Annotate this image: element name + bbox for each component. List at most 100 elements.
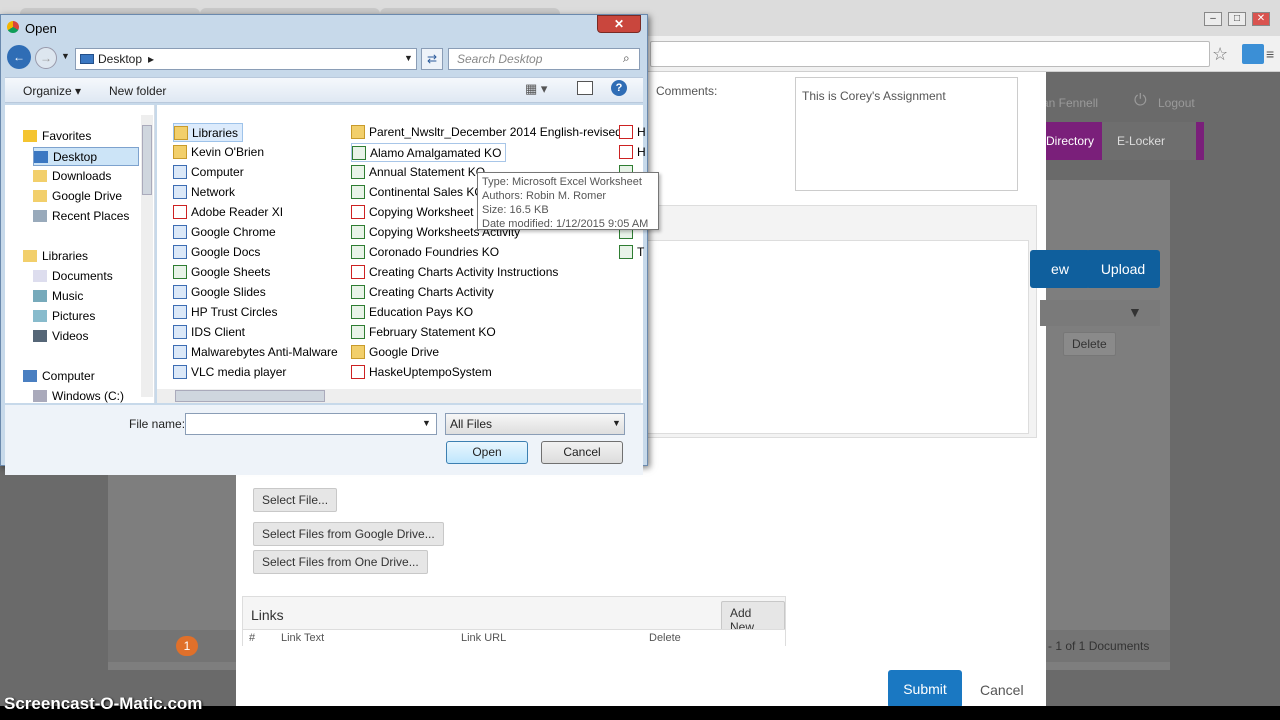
recent-icon: [33, 210, 47, 222]
file-item[interactable]: Google Drive: [351, 343, 439, 362]
file-scroll-thumb[interactable]: [175, 390, 325, 402]
nav-item-computer[interactable]: Computer: [23, 367, 95, 386]
nav-elocker[interactable]: E-Locker: [1102, 122, 1196, 160]
file-name-dropdown-icon[interactable]: ▼: [422, 418, 431, 428]
pager-page[interactable]: 1: [176, 636, 198, 656]
file-item[interactable]: Creating Charts Activity Instructions: [351, 263, 558, 282]
logout-icon[interactable]: ⏻: [1134, 92, 1147, 110]
file-item[interactable]: Adobe Reader XI: [173, 203, 283, 222]
file-item[interactable]: Alamo Amalgamated KO: [351, 143, 507, 162]
nav-scroll-thumb[interactable]: [142, 125, 152, 195]
nav-directory-label: Directory: [1046, 134, 1095, 148]
file-item[interactable]: Computer: [173, 163, 244, 182]
address-breadcrumb[interactable]: Desktop ▸ ▼: [75, 48, 417, 70]
pager-info: - 1 of 1 Documents: [1048, 639, 1150, 653]
file-item[interactable]: Google Docs: [173, 243, 260, 262]
dialog-close-button[interactable]: ✕: [597, 15, 641, 33]
file-item-label: February Statement KO: [369, 325, 496, 339]
nav-item-music[interactable]: Music: [33, 287, 83, 306]
file-hscrollbar[interactable]: [157, 389, 641, 403]
nav-item-videos[interactable]: Videos: [33, 327, 88, 346]
comments-field[interactable]: This is Corey's Assignment: [795, 77, 1018, 191]
submit-button[interactable]: Submit: [888, 670, 962, 708]
file-item-partial[interactable]: H: [619, 123, 646, 142]
maximize-button[interactable]: □: [1228, 12, 1246, 26]
nav-item-pictures[interactable]: Pictures: [33, 307, 95, 326]
history-dropdown-icon[interactable]: ▼: [61, 51, 70, 61]
bookmark-star-icon[interactable]: ☆: [1212, 44, 1228, 65]
one-drive-button[interactable]: Select Files from One Drive...: [253, 550, 428, 574]
search-icon[interactable]: ⌕: [623, 51, 630, 66]
back-button[interactable]: ←: [7, 45, 31, 69]
file-item[interactable]: IDS Client: [173, 323, 245, 342]
file-type-dropdown-icon[interactable]: ▼: [612, 418, 621, 428]
excel-icon: [351, 225, 365, 239]
extension-icon[interactable]: [1242, 44, 1264, 64]
nav-item-google-drive[interactable]: Google Drive: [33, 187, 122, 206]
file-item[interactable]: Creating Charts Activity: [351, 283, 494, 302]
pdf-icon: [351, 265, 365, 279]
file-item-label: HP Trust Circles: [191, 305, 278, 319]
nav-item-favorites[interactable]: Favorites: [23, 127, 91, 146]
address-desktop[interactable]: Desktop: [98, 52, 142, 66]
file-type-select[interactable]: All Files ▼: [445, 413, 625, 435]
file-item[interactable]: HP Trust Circles: [173, 303, 277, 322]
sheets-icon: [173, 265, 187, 279]
file-item-label: Annual Statement KO: [369, 165, 486, 179]
delete-button[interactable]: Delete: [1063, 332, 1116, 356]
nav-item-libraries[interactable]: Libraries: [23, 247, 88, 266]
file-item-partial[interactable]: T: [619, 243, 644, 262]
file-item[interactable]: Education Pays KO: [351, 303, 473, 322]
file-item-partial[interactable]: H: [619, 143, 646, 162]
nav-scrollbar[interactable]: [141, 115, 153, 397]
upload-button[interactable]: Upload: [1086, 250, 1160, 288]
file-name-input[interactable]: ▼: [185, 413, 437, 435]
file-item[interactable]: Parent_Nwsltr_December 2014 English-revi…: [351, 123, 622, 142]
new-folder-button[interactable]: New folder: [109, 84, 166, 98]
open-button[interactable]: Open: [446, 441, 528, 464]
view-button[interactable]: ew: [1030, 250, 1090, 288]
file-item[interactable]: HaskeUptempoSystem: [351, 363, 492, 382]
forward-button[interactable]: →: [35, 47, 57, 69]
nav-item-downloads[interactable]: Downloads: [33, 167, 111, 186]
search-input[interactable]: Search Desktop ⌕: [448, 48, 640, 70]
file-item[interactable]: February Statement KO: [351, 323, 496, 342]
file-item[interactable]: VLC media player: [173, 363, 286, 382]
cancel-link[interactable]: Cancel: [980, 682, 1024, 698]
file-item-label: Coronado Foundries KO: [369, 245, 500, 259]
file-item[interactable]: Coronado Foundries KO: [351, 243, 499, 262]
address-bar[interactable]: [650, 41, 1210, 67]
preview-pane-icon[interactable]: [577, 81, 593, 95]
menu-icon[interactable]: ≡: [1266, 46, 1274, 62]
organize-menu[interactable]: Organize ▾: [23, 84, 81, 98]
refresh-icon[interactable]: ⇄: [421, 48, 443, 70]
nav-item-documents[interactable]: Documents: [33, 267, 113, 286]
logout-link[interactable]: Logout: [1158, 96, 1195, 110]
select-file-button[interactable]: Select File...: [253, 488, 338, 512]
minimize-button[interactable]: –: [1204, 12, 1222, 26]
file-item[interactable]: Google Sheets: [173, 263, 270, 282]
address-dropdown-icon[interactable]: ▼: [404, 53, 413, 63]
nav-item-recent-places[interactable]: Recent Places: [33, 207, 129, 226]
dialog-cancel-button[interactable]: Cancel: [541, 441, 623, 464]
google-drive-button[interactable]: Select Files from Google Drive...: [253, 522, 444, 546]
file-item[interactable]: Kevin O'Brien: [173, 143, 264, 162]
nav-item-desktop[interactable]: Desktop: [33, 147, 139, 166]
file-item[interactable]: Google Chrome: [173, 223, 276, 242]
filter-icon[interactable]: ▼: [1128, 304, 1142, 320]
shortcut-icon: [173, 325, 187, 339]
view-options-icon[interactable]: ▦ ▾: [525, 81, 547, 97]
window-close-button[interactable]: ✕: [1252, 12, 1270, 26]
user-area: an Fennell ⏻ Logout: [1042, 90, 1280, 120]
help-icon[interactable]: ?: [611, 80, 627, 96]
nav-item-windows-c-[interactable]: Windows (C:): [33, 387, 124, 406]
file-item[interactable]: Libraries: [173, 123, 244, 142]
file-item[interactable]: Annual Statement KO: [351, 163, 485, 182]
nav-directory[interactable]: Directory: [1046, 122, 1102, 160]
desktop-icon: [34, 151, 48, 163]
file-item[interactable]: Malwarebytes Anti-Malware: [173, 343, 338, 362]
file-item[interactable]: Continental Sales KO: [351, 183, 484, 202]
file-item[interactable]: Network: [173, 183, 235, 202]
breadcrumb-arrow-icon[interactable]: ▸: [148, 52, 154, 66]
file-item[interactable]: Google Slides: [173, 283, 266, 302]
